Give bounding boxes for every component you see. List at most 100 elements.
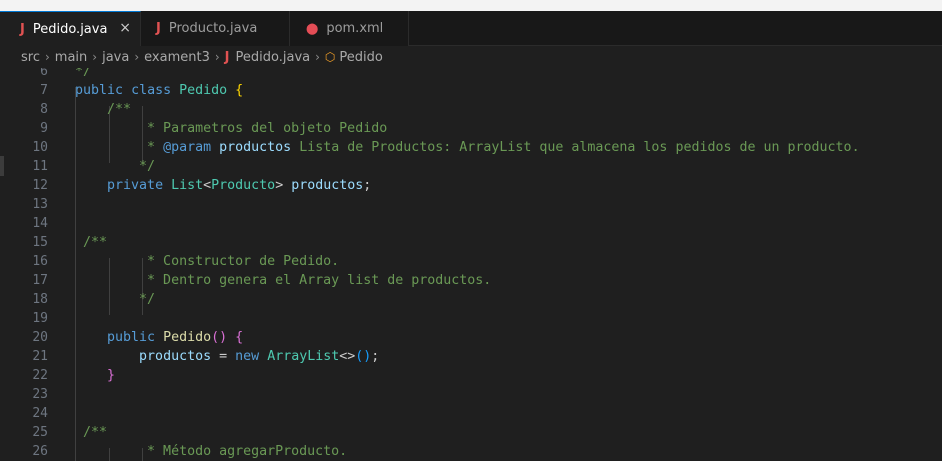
breadcrumb-item-java[interactable]: java [102,50,129,65]
line-number: 18 [32,292,48,307]
tab-producto-java[interactable]: J Producto.java [141,11,290,46]
line-number: 25 [32,425,48,440]
java-file-icon: J [156,21,161,36]
code-token: /** [83,425,108,440]
line-number: 17 [32,273,48,288]
tab-pom-xml[interactable]: ⬤ pom.xml [290,11,409,46]
code-token: */ [75,292,156,307]
breadcrumb-item-file[interactable]: Pedido.java [236,50,311,65]
breadcrumb: src › main › java › exament3 › J Pedido.… [0,46,942,68]
window-top-strip [0,0,942,11]
breadcrumb-item-main[interactable]: main [55,50,87,65]
code-token: () [355,349,372,364]
chevron-right-icon: › [315,50,320,64]
chevron-right-icon: › [44,50,50,64]
code-token: { [235,83,244,98]
line-number: 14 [32,216,48,231]
code-token: > [275,178,292,193]
code-line: productos = new ArrayList<>(); [75,349,379,364]
java-file-icon: J [20,21,25,37]
code-line: */ [75,159,155,174]
line-number: 16 [32,254,48,269]
code-line: */ [75,292,155,307]
code-line: private List<Producto> productos; [75,178,371,193]
code-token: class [131,83,172,98]
breadcrumb-item-class[interactable]: Pedido [339,50,382,65]
code-token: * Parametros del objeto Pedido [75,121,388,136]
java-file-icon: J [224,49,230,65]
breadcrumb-item-src[interactable]: src [21,50,40,65]
code-line: * Constructor de Pedido. [75,254,339,269]
line-number: 6 [40,68,48,79]
code-line: public class Pedido { [75,83,243,98]
code-line: } [75,368,115,383]
line-number: 24 [32,406,48,421]
code-token: Producto [211,178,276,193]
xml-file-icon: ⬤ [306,22,319,35]
line-number: 7 [40,83,48,98]
code-editor[interactable]: 6 */7 public class Pedido {8 /** 9 * Parame… [0,68,942,461]
code-line: * Método agregarProducto. [75,444,347,459]
line-number: 13 [32,197,48,212]
code-token: } [107,368,116,383]
line-number: 20 [32,330,48,345]
code-token: public [107,330,156,345]
editor-tab-bar: J Pedido.java × J Producto.java ⬤ pom.xm… [0,11,942,46]
line-number: 19 [32,311,48,326]
chevron-right-icon: › [134,50,140,64]
line-number: 9 [40,121,48,136]
code-line: * Parametros del objeto Pedido [75,121,387,136]
code-line: /** [75,235,107,250]
line-number: 10 [32,140,48,155]
code-line: */ [75,68,91,79]
line-number: 12 [32,178,48,193]
code-token: productos [139,349,212,364]
code-token: /** [107,102,132,117]
close-icon[interactable]: × [119,20,131,36]
code-token: * [75,140,164,155]
code-token: * Constructor de Pedido. [75,254,340,269]
code-token: Pedido [163,330,212,345]
breadcrumb-item-package[interactable]: exament3 [144,50,210,65]
code-line: public Pedido() { [75,330,243,345]
code-token: private [107,178,164,193]
code-token: Pedido [179,83,228,98]
code-line: /** [75,102,131,117]
code-token: new [235,349,260,364]
tab-pedido-java[interactable]: J Pedido.java × [0,11,141,46]
code-token: Lista de Productos: ArrayList que almace… [291,140,860,155]
code-token: <> [339,349,356,364]
code-token: productos [291,178,364,193]
code-token: List [171,178,204,193]
line-number: 26 [32,444,48,459]
code-token: { [235,330,244,345]
code-token: ; [363,178,372,193]
code-token: * Dentro genera el Array list de product… [75,273,492,288]
line-number: 21 [32,349,48,364]
code-token: */ [75,159,156,174]
line-number: 8 [40,102,48,117]
code-token: */ [75,68,92,79]
tab-label: Producto.java [168,21,258,36]
code-token: /** [83,235,108,250]
chevron-right-icon: › [92,50,98,64]
line-number: 11 [32,159,48,174]
code-token: * Método agregarProducto. [75,444,348,459]
chevron-right-icon: › [214,50,220,64]
class-symbol-icon: ⬡ [324,50,336,64]
code-token: () [211,330,228,345]
code-line: * Dentro genera el Array list de product… [75,273,491,288]
